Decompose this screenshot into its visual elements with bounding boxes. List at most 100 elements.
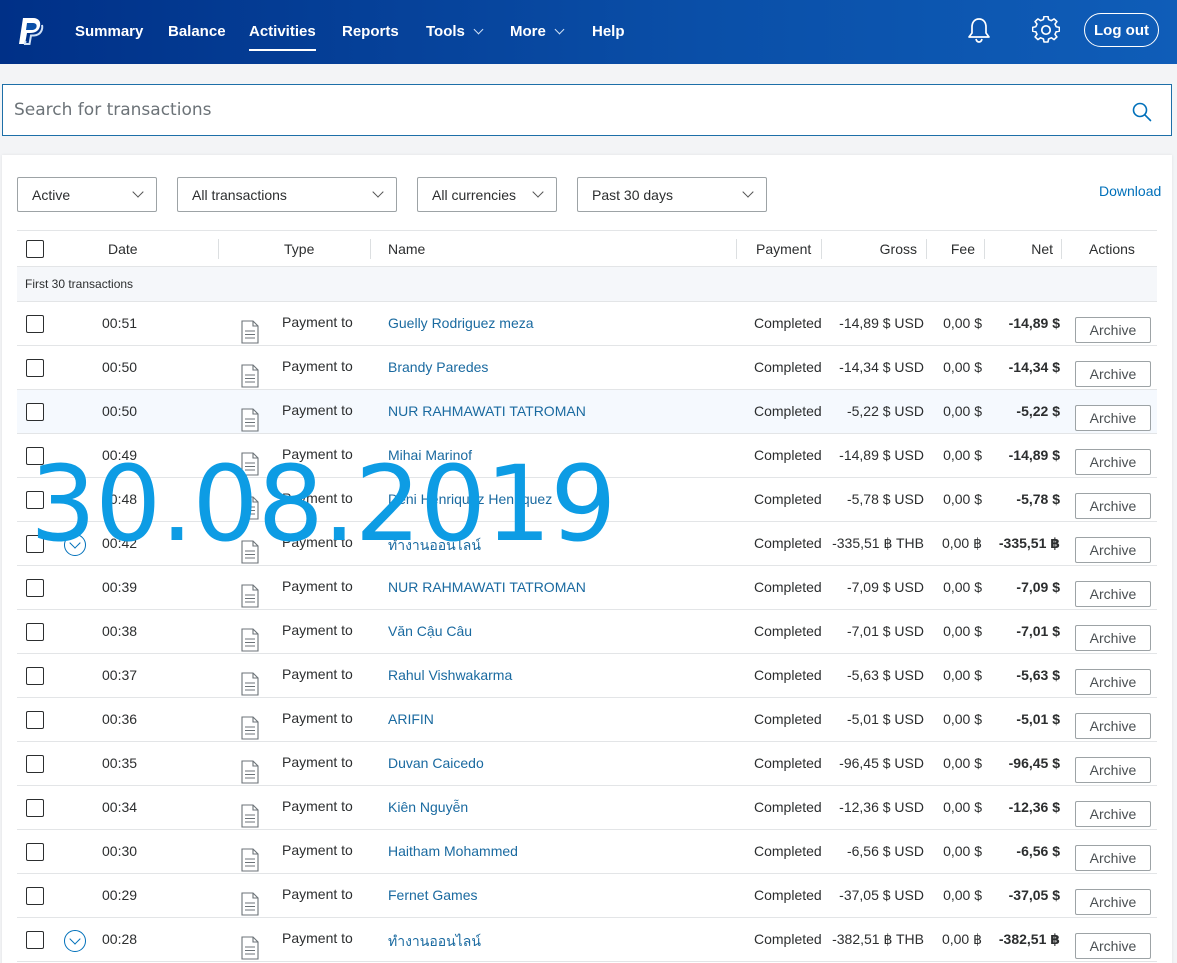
archive-button[interactable]: Archive [1075, 669, 1151, 695]
table-row[interactable]: 00:42 Payment to ทำงานออนไลน์ Completed -335… [17, 522, 1157, 566]
type-filter-select[interactable]: All transactions [177, 177, 397, 212]
column-divider [218, 239, 219, 259]
download-link[interactable]: Download [1099, 183, 1161, 199]
search-icon[interactable] [1131, 101, 1153, 123]
row-checkbox[interactable] [26, 799, 44, 817]
row-checkbox[interactable] [26, 667, 44, 685]
status-filter-select[interactable]: Active [17, 177, 157, 212]
row-name-link[interactable]: Mihai Marinof [388, 447, 472, 463]
archive-button[interactable]: Archive [1075, 845, 1151, 871]
table-row[interactable]: 00:50 Payment to Brandy Paredes Completed -1… [17, 346, 1157, 390]
row-checkbox[interactable] [26, 315, 44, 333]
row-checkbox[interactable] [26, 711, 44, 729]
row-net: -5,01 $ [1016, 711, 1060, 727]
bell-icon[interactable] [966, 16, 992, 44]
table-row[interactable]: 00:48 Payment to Deni Henriquez Henriquez C… [17, 478, 1157, 522]
archive-button[interactable]: Archive [1075, 757, 1151, 783]
row-time: 00:49 [102, 447, 138, 463]
logout-label: Log out [1094, 21, 1149, 39]
row-name-link[interactable]: ARIFIN [388, 711, 434, 727]
row-name-link[interactable]: Fernet Games [388, 887, 477, 903]
archive-button[interactable]: Archive [1075, 317, 1151, 343]
table-row[interactable]: 00:39 Payment to NUR RAHMAWATI TATROMAN Com… [17, 566, 1157, 610]
archive-button[interactable]: Archive [1075, 801, 1151, 827]
row-name-link[interactable]: Duvan Caicedo [388, 755, 484, 771]
nav-balance[interactable]: Balance [168, 20, 226, 42]
gear-icon[interactable] [1032, 16, 1060, 44]
search-input[interactable] [3, 85, 1131, 135]
row-name-link[interactable]: Kiên Nguyễn [388, 799, 468, 815]
nav-reports[interactable]: Reports [342, 20, 399, 42]
row-name-link[interactable]: Deni Henriquez Henriquez [388, 491, 552, 507]
row-net: -5,22 $ [1016, 403, 1060, 419]
paypal-logo[interactable] [16, 16, 44, 46]
document-icon [241, 584, 259, 608]
row-gross: -37,05 $ USD [839, 887, 924, 903]
archive-button[interactable]: Archive [1075, 405, 1151, 431]
row-checkbox[interactable] [26, 359, 44, 377]
archive-button[interactable]: Archive [1075, 493, 1151, 519]
row-checkbox[interactable] [26, 931, 44, 949]
row-checkbox[interactable] [26, 579, 44, 597]
nav-help[interactable]: Help [592, 20, 625, 42]
nav-summary[interactable]: Summary [75, 20, 143, 42]
row-checkbox[interactable] [26, 755, 44, 773]
table-row[interactable]: 00:51 Payment to Guelly Rodriguez meza Comp… [17, 302, 1157, 346]
row-time: 00:50 [102, 359, 138, 375]
expand-chevron-icon[interactable] [64, 534, 86, 556]
chevron-down-icon [372, 186, 384, 198]
col-date[interactable]: Date [108, 231, 138, 267]
document-icon [241, 936, 259, 960]
table-row[interactable]: 00:37 Payment to Rahul Vishwakarma Complete… [17, 654, 1157, 698]
table-row[interactable]: 00:35 Payment to Duvan Caicedo Completed -96… [17, 742, 1157, 786]
table-row[interactable]: 00:29 Payment to Fernet Games Completed -37,… [17, 874, 1157, 918]
row-name-link[interactable]: Guelly Rodriguez meza [388, 315, 534, 331]
row-name-link[interactable]: ทำงานออนไลน์ [388, 931, 481, 953]
archive-button[interactable]: Archive [1075, 537, 1151, 563]
table-row[interactable]: 00:50 Payment to NUR RAHMAWATI TATROMAN Com… [17, 390, 1157, 434]
table-row[interactable]: 00:30 Payment to Haitham Mohammed Completed… [17, 830, 1157, 874]
nav-more[interactable]: More [510, 20, 565, 42]
table-row[interactable]: 00:38 Payment to Văn Cậu Câu Completed -7,01… [17, 610, 1157, 654]
row-name-link[interactable]: ทำงานออนไลน์ [388, 535, 481, 557]
row-name-link[interactable]: NUR RAHMAWATI TATROMAN [388, 579, 586, 595]
period-filter-select[interactable]: Past 30 days [577, 177, 767, 212]
col-gross: Gross [879, 241, 917, 257]
nav-activities[interactable]: Activities [249, 20, 316, 51]
row-name-link[interactable]: Haitham Mohammed [388, 843, 518, 859]
select-all-checkbox[interactable] [26, 240, 44, 258]
nav-tools[interactable]: Tools [426, 20, 484, 42]
row-type: Payment to [282, 402, 353, 418]
archive-button[interactable]: Archive [1075, 713, 1151, 739]
row-gross: -5,22 $ USD [846, 403, 924, 419]
row-name-link[interactable]: Văn Cậu Câu [388, 623, 472, 639]
row-fee: 0,00 $ [943, 315, 982, 331]
logout-button[interactable]: Log out [1084, 13, 1159, 47]
table-row[interactable]: 00:34 Payment to Kiên Nguyễn Completed -12,3… [17, 786, 1157, 830]
row-name-link[interactable]: Brandy Paredes [388, 359, 488, 375]
row-checkbox[interactable] [26, 491, 44, 509]
row-name-link[interactable]: Rahul Vishwakarma [388, 667, 512, 683]
table-row[interactable]: 00:49 Payment to Mihai Marinof Completed -14… [17, 434, 1157, 478]
row-checkbox[interactable] [26, 403, 44, 421]
archive-button[interactable]: Archive [1075, 581, 1151, 607]
archive-button[interactable]: Archive [1075, 933, 1151, 959]
table-row[interactable]: 00:28 Payment to ทำงานออนไลน์ Completed -382… [17, 918, 1157, 962]
row-checkbox[interactable] [26, 535, 44, 553]
row-checkbox[interactable] [26, 887, 44, 905]
row-checkbox[interactable] [26, 623, 44, 641]
row-type: Payment to [282, 314, 353, 330]
archive-button[interactable]: Archive [1075, 449, 1151, 475]
archive-button[interactable]: Archive [1075, 889, 1151, 915]
archive-button[interactable]: Archive [1075, 361, 1151, 387]
row-type: Payment to [282, 930, 353, 946]
row-net: -14,89 $ [1008, 447, 1060, 463]
expand-chevron-icon[interactable] [64, 930, 86, 952]
row-checkbox[interactable] [26, 843, 44, 861]
row-checkbox[interactable] [26, 447, 44, 465]
table-row[interactable]: 00:36 Payment to ARIFIN Completed -5,01 $ US… [17, 698, 1157, 742]
row-name-link[interactable]: NUR RAHMAWATI TATROMAN [388, 403, 586, 419]
archive-button[interactable]: Archive [1075, 625, 1151, 651]
currency-filter-select[interactable]: All currencies [417, 177, 557, 212]
row-net: -5,78 $ [1016, 491, 1060, 507]
